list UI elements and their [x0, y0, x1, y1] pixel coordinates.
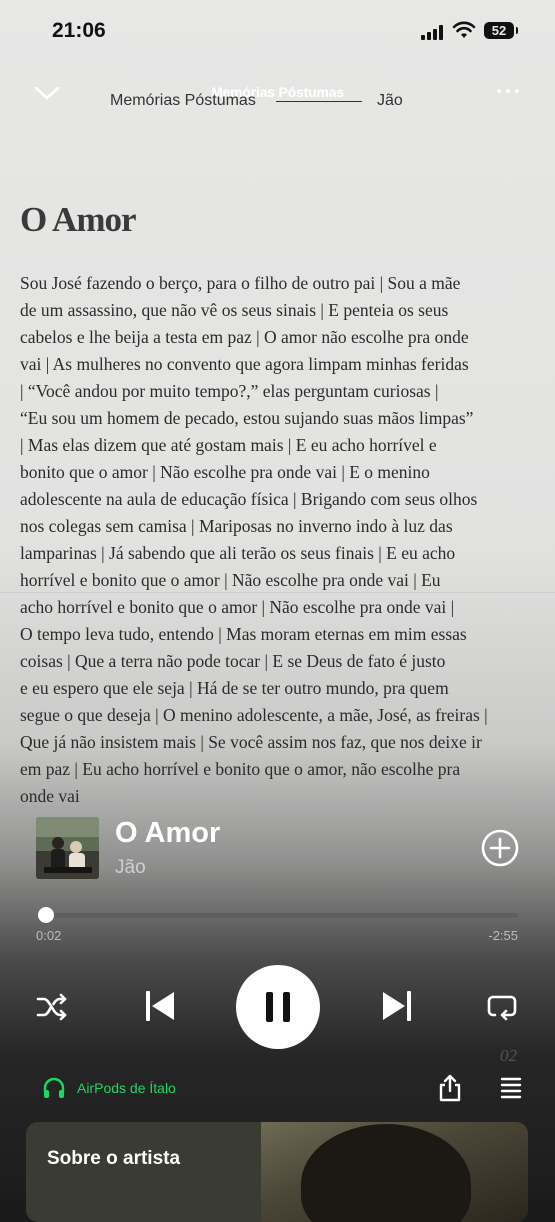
connected-device[interactable]: AirPods de Ítalo	[42, 1076, 222, 1100]
lyric-line: lamparinas | Já sabendo que ali terão os…	[20, 543, 456, 563]
shuffle-icon[interactable]	[36, 992, 68, 1022]
queue-icon[interactable]	[499, 1076, 523, 1100]
repeat-icon[interactable]	[486, 990, 518, 1022]
progress-thumb[interactable]	[37, 907, 54, 923]
lyric-line: Que já não insistem mais | Se você assim…	[20, 732, 482, 752]
lyric-line: vai | As mulheres no convento que agora …	[20, 354, 469, 374]
share-icon[interactable]	[437, 1074, 463, 1102]
lyric-line: acho horrível e bonito que o amor | Não …	[20, 597, 455, 617]
wifi-icon	[452, 21, 476, 38]
lyric-line: cabelos e lhe beija a testa em paz | O a…	[20, 327, 469, 347]
lyric-line: O tempo leva tudo, entendo | Mas moram e…	[20, 624, 467, 644]
playing-from-title: Memórias Póstumas	[211, 84, 344, 100]
lyric-line: coisas | Que a terra não pode tocar | E …	[20, 651, 446, 671]
track-artist[interactable]: Jão	[115, 857, 146, 879]
previous-icon[interactable]	[143, 988, 177, 1024]
sheet-album-header: Memórias Póstumas	[110, 92, 256, 109]
sheet-artist-header: Jão	[377, 92, 403, 109]
lyric-line: | “Você andou por muito tempo?,” elas pe…	[20, 381, 439, 401]
status-bar: 21:06 52	[0, 0, 555, 60]
about-artist-label: Sobre o artista	[47, 1148, 181, 1169]
cell-signal-icon	[421, 24, 447, 40]
device-label: AirPods de Ítalo	[77, 1080, 176, 1096]
progress-bar[interactable]	[40, 913, 518, 918]
lyric-line: horrível e bonito que o amor | Não escol…	[20, 570, 441, 590]
lyric-line: adolescente na aula de educação física |…	[20, 489, 478, 509]
pause-icon	[266, 992, 290, 1022]
lyric-line: Sou José fazendo o berço, para o filho d…	[20, 273, 461, 293]
lyric-line: e eu espero que ele seja | Há de se ter …	[20, 678, 449, 698]
lyric-line: nos colegas sem camisa | Mariposas no in…	[20, 516, 453, 536]
track-title[interactable]: O Amor	[115, 817, 220, 850]
headphones-icon	[43, 1077, 65, 1098]
battery-icon: 52	[484, 22, 518, 39]
sheet-page-number: 02	[500, 1046, 517, 1065]
next-icon[interactable]	[380, 988, 414, 1024]
remaining-time: -2:55	[488, 928, 518, 943]
artist-photo	[261, 1122, 528, 1222]
lyric-line: | Mas elas dizem que até gostam mais | E…	[20, 435, 437, 455]
lyric-line: “Eu sou um homem de pecado, estou sujand…	[20, 408, 474, 428]
lyrics-text: Sou José fazendo o berço, para o filho d…	[20, 270, 520, 810]
more-icon[interactable]	[494, 84, 524, 98]
sheet-song-title: O Amor	[20, 200, 137, 239]
elapsed-time: 0:02	[36, 928, 62, 943]
lyric-line: em paz | Eu acho horrível e bonito que o…	[20, 759, 461, 779]
album-cover	[36, 817, 99, 879]
lyric-line: onde vai	[20, 786, 80, 806]
add-circle-icon[interactable]	[481, 829, 519, 867]
sheet-divider	[276, 101, 362, 102]
play-pause-button[interactable]	[236, 965, 320, 1049]
lyric-line: segue o que deseja | O menino adolescent…	[20, 705, 488, 725]
lyric-line: bonito que o amor | Não escolhe pra onde…	[20, 462, 430, 482]
lyric-line: de um assassino, que não vê os seus sina…	[20, 300, 449, 320]
about-artist-card[interactable]: Sobre o artista	[26, 1122, 528, 1222]
status-time: 21:06	[52, 19, 106, 42]
